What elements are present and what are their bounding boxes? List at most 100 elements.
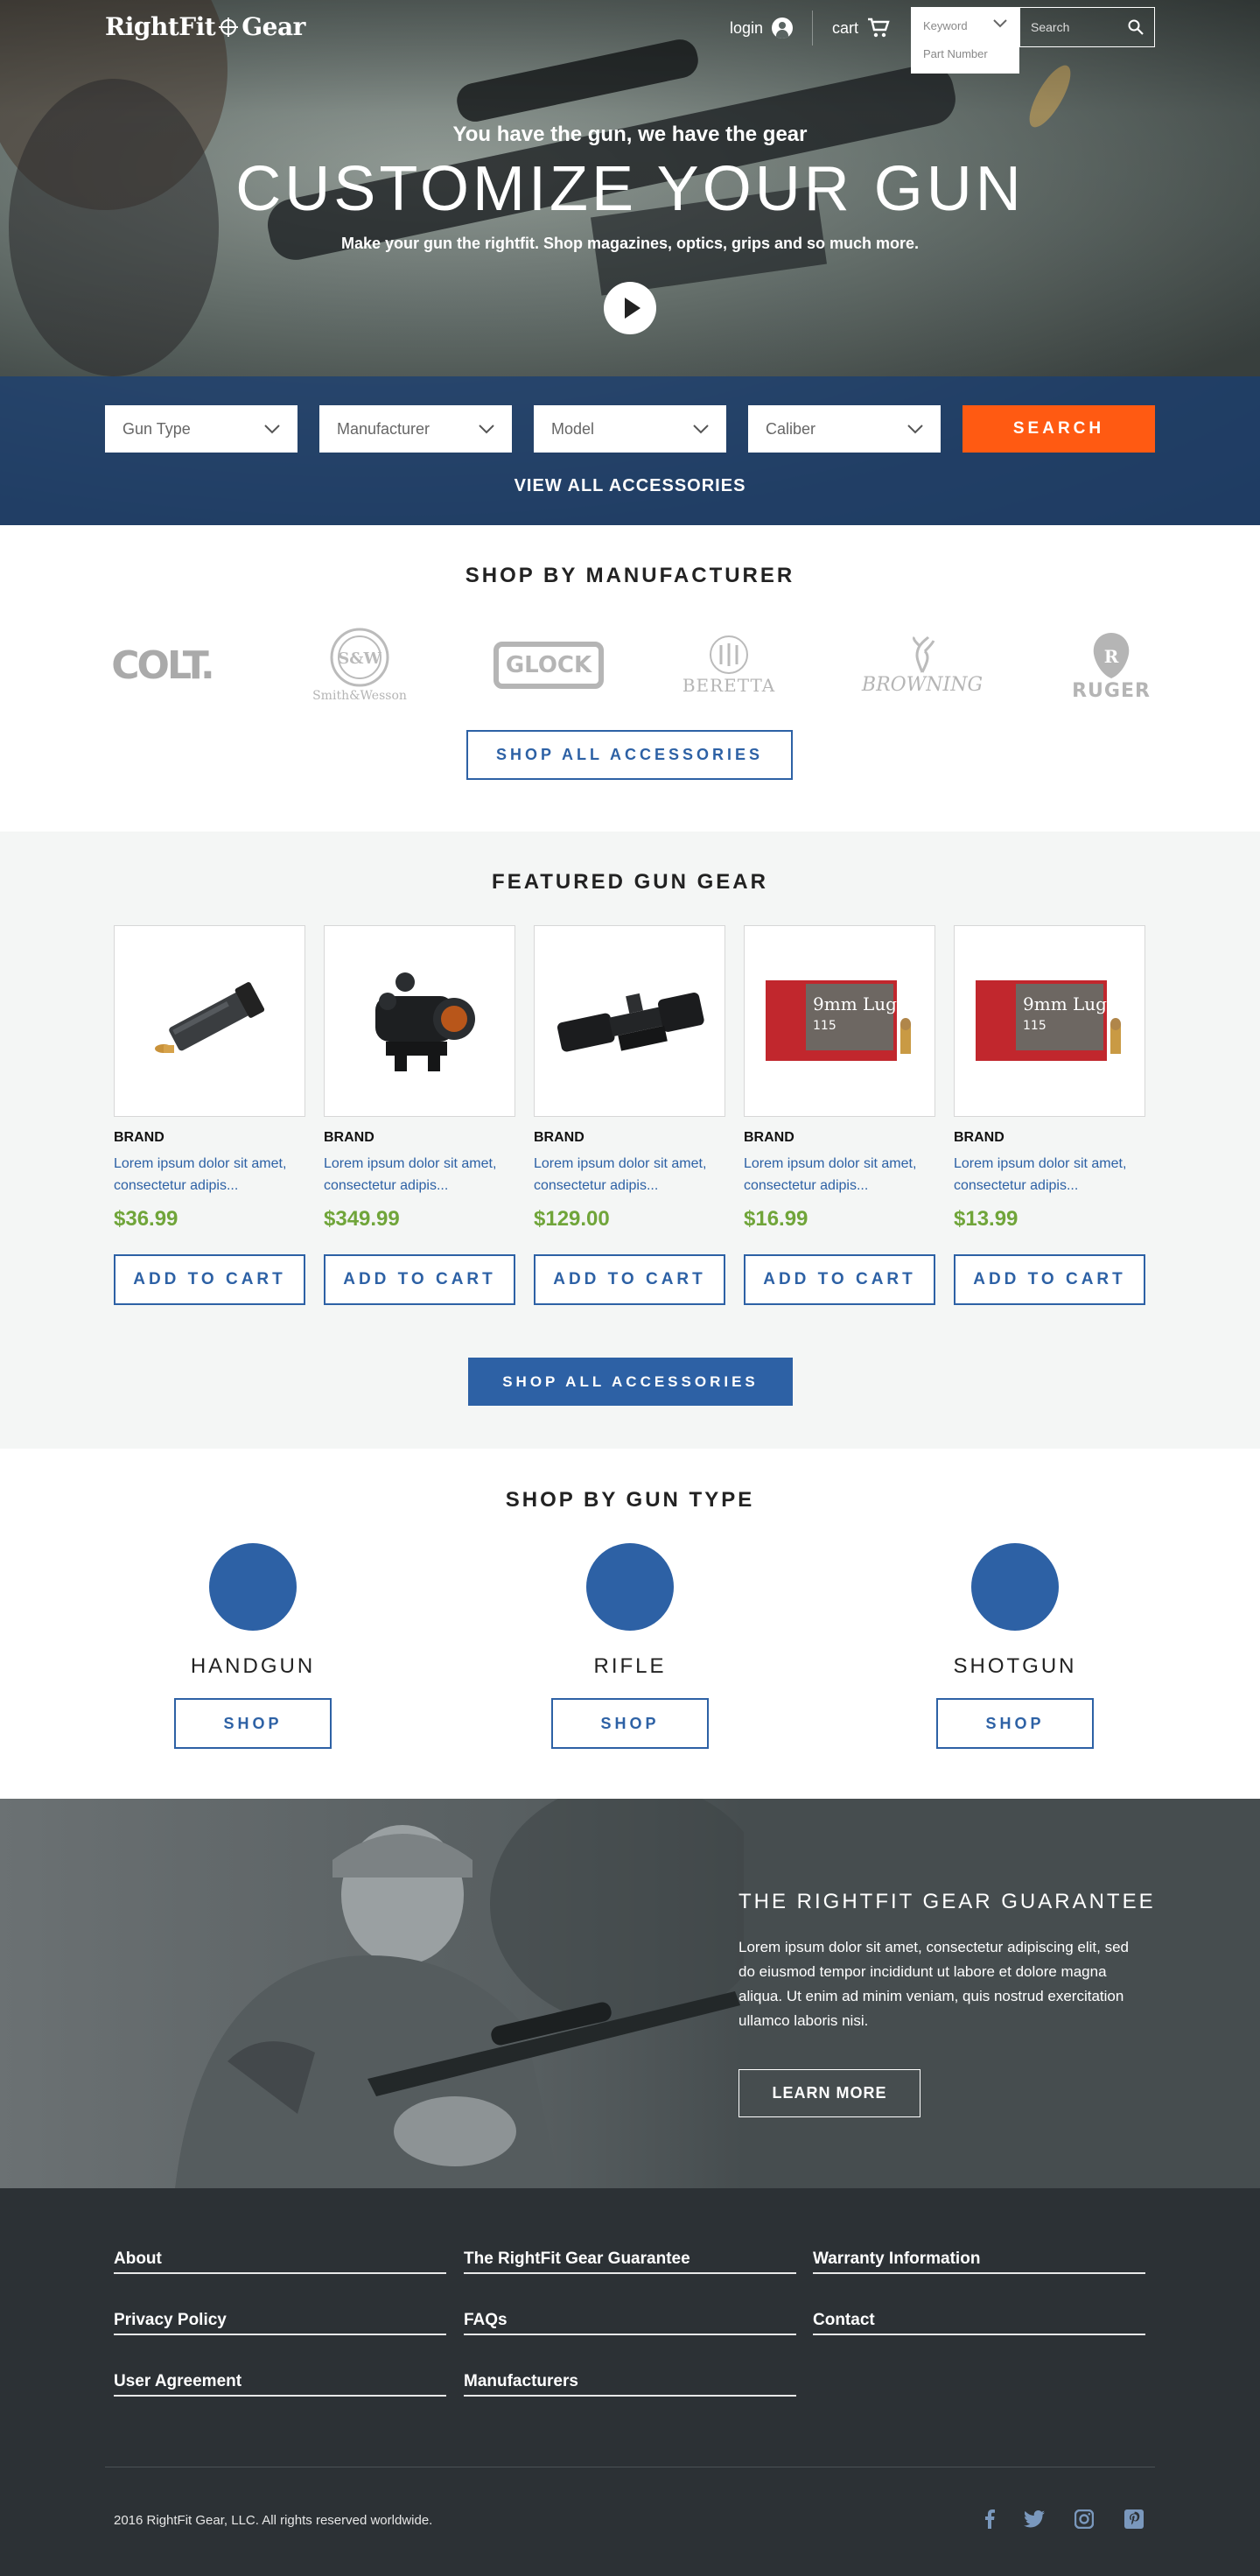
product-image-magazine[interactable] — [114, 925, 305, 1117]
site-footer: About The RightFit Gear Guarantee Warran… — [0, 2188, 1260, 2576]
play-video-button[interactable] — [604, 282, 656, 334]
product-image-ammo-box[interactable]: 9mm Luger 115 — [744, 925, 935, 1117]
chevron-down-icon — [907, 424, 923, 433]
product-description[interactable]: Lorem ipsum dolor sit amet, consectetur … — [954, 1153, 1145, 1197]
shop-by-gun-type: SHOP BY GUN TYPE HANDGUN SHOP RIFLE SHOP… — [0, 1449, 1260, 1799]
product-card: BRAND Lorem ipsum dolor sit amet, consec… — [324, 925, 515, 1305]
filter-row: Gun Type Manufacturer Model Caliber SEAR… — [105, 405, 1155, 453]
footer-link-user-agreement[interactable]: User Agreement — [114, 2370, 446, 2397]
login-label: login — [730, 18, 764, 37]
chevron-down-icon — [993, 19, 1007, 28]
section-title: SHOP BY GUN TYPE — [505, 1488, 755, 1512]
add-to-cart-button[interactable]: ADD TO CART — [114, 1254, 305, 1305]
cart-link[interactable]: cart — [813, 9, 909, 47]
cart-label: cart — [832, 18, 859, 37]
smith-wesson-logo[interactable]: S&W Smith&Wesson — [303, 621, 416, 709]
hero-subtitle: You have the gun, we have the gear — [452, 123, 808, 146]
view-all-accessories-link[interactable]: VIEW ALL ACCESSORIES — [0, 476, 1260, 496]
manufacturer-select[interactable]: Manufacturer — [319, 405, 512, 453]
add-to-cart-button[interactable]: ADD TO CART — [954, 1254, 1145, 1305]
site-logo[interactable]: RightFit Gear — [105, 12, 305, 41]
product-description[interactable]: Lorem ipsum dolor sit amet, consectetur … — [744, 1153, 935, 1197]
shop-all-accessories-button[interactable]: SHOP ALL ACCESSORIES — [468, 1358, 793, 1406]
section-title: FEATURED GUN GEAR — [492, 870, 768, 894]
svg-text:R: R — [1104, 646, 1119, 667]
search-type-select[interactable]: Keyword — [911, 7, 1019, 47]
model-select[interactable]: Model — [534, 405, 726, 453]
twitter-icon[interactable] — [1022, 2507, 1046, 2531]
footer-link-guarantee[interactable]: The RightFit Gear Guarantee — [464, 2248, 796, 2274]
footer-link-contact[interactable]: Contact — [813, 2309, 1145, 2335]
footer-link-about[interactable]: About — [114, 2248, 446, 2274]
logo-text-rightfit: RightFit — [105, 12, 216, 41]
caliber-select[interactable]: Caliber — [748, 405, 941, 453]
add-to-cart-button[interactable]: ADD TO CART — [534, 1254, 725, 1305]
product-brand: BRAND — [954, 1130, 1004, 1145]
product-card: BRAND Lorem ipsum dolor sit amet, consec… — [114, 925, 305, 1305]
shop-by-manufacturer: SHOP BY MANUFACTURER COLT. S&W Smith&Wes… — [0, 525, 1260, 832]
search-icon[interactable] — [1128, 19, 1144, 35]
product-card: 9mm Luger 115 BRAND Lorem ipsum dolor si… — [744, 925, 935, 1305]
search-input[interactable]: Search — [1019, 7, 1155, 47]
crosshair-icon — [219, 17, 239, 37]
logo-text-gear: Gear — [242, 12, 305, 41]
search-button[interactable]: SEARCH — [962, 405, 1155, 453]
product-image-red-dot-sight[interactable] — [324, 925, 515, 1117]
facebook-icon[interactable] — [977, 2507, 1002, 2531]
pinterest-icon[interactable] — [1122, 2507, 1146, 2531]
product-brand: BRAND — [744, 1130, 794, 1145]
top-nav: login cart — [710, 9, 909, 47]
product-image-rifle-scope[interactable] — [534, 925, 725, 1117]
footer-link-faqs[interactable]: FAQs — [464, 2309, 796, 2335]
instagram-icon[interactable] — [1072, 2507, 1096, 2531]
product-description[interactable]: Lorem ipsum dolor sit amet, consectetur … — [534, 1153, 725, 1197]
product-price: $13.99 — [954, 1207, 1018, 1231]
ruger-eagle-emblem: R — [1093, 632, 1130, 678]
add-to-cart-button[interactable]: ADD TO CART — [324, 1254, 515, 1305]
search-placeholder: Search — [1031, 20, 1070, 34]
browning-buckmark-icon — [913, 635, 935, 673]
shop-handgun-button[interactable]: SHOP — [174, 1698, 332, 1749]
shop-rifle-button[interactable]: SHOP — [551, 1698, 709, 1749]
ammo-box-caliber-label: 9mm Luger — [813, 993, 916, 1014]
shotgun-icon[interactable] — [971, 1543, 1059, 1631]
ammo-box-caliber-label: 9mm Luger — [1023, 993, 1126, 1014]
gun-type-label: RIFLE — [593, 1654, 667, 1678]
shop-all-accessories-button[interactable]: SHOP ALL ACCESSORIES — [466, 730, 793, 780]
product-image-ammo-box[interactable]: 9mm Luger 115 — [954, 925, 1145, 1117]
gun-type-select[interactable]: Gun Type — [105, 405, 298, 453]
ammo-box-count-label: 115 — [813, 1019, 836, 1033]
rifle-icon[interactable] — [586, 1543, 674, 1631]
ruger-logo[interactable]: R RUGER — [1068, 621, 1155, 709]
glock-logo[interactable]: GLOCK — [493, 621, 605, 709]
beretta-logo[interactable]: BERETTA — [681, 621, 777, 709]
shop-shotgun-button[interactable]: SHOP — [936, 1698, 1094, 1749]
search-type-selected: Keyword — [923, 19, 968, 32]
product-card: BRAND Lorem ipsum dolor sit amet, consec… — [534, 925, 725, 1305]
header-search: Keyword Search — [911, 7, 1155, 47]
ammo-box-count-label: 115 — [1023, 1019, 1046, 1033]
hero-description: Make your gun the rightfit. Shop magazin… — [340, 235, 920, 252]
product-brand: BRAND — [534, 1130, 584, 1145]
colt-logo[interactable]: COLT. — [105, 621, 219, 709]
beretta-emblem — [710, 635, 748, 674]
guarantee-body: Lorem ipsum dolor sit amet, consectetur … — [738, 1939, 1129, 2029]
hero-title: CUSTOMIZE YOUR GUN — [235, 154, 1025, 224]
product-description[interactable]: Lorem ipsum dolor sit amet, consectetur … — [324, 1153, 515, 1197]
browning-logo[interactable]: BROWNING — [861, 621, 984, 709]
search-type-option-part-number[interactable]: Part Number — [911, 47, 1019, 74]
footer-link-privacy-policy[interactable]: Privacy Policy — [114, 2309, 446, 2335]
add-to-cart-button[interactable]: ADD TO CART — [744, 1254, 935, 1305]
login-link[interactable]: login — [710, 9, 812, 47]
learn-more-button[interactable]: LEARN MORE — [738, 2069, 920, 2117]
footer-link-warranty[interactable]: Warranty Information — [813, 2248, 1145, 2274]
footer-link-manufacturers[interactable]: Manufacturers — [464, 2370, 796, 2397]
featured-gun-gear: FEATURED GUN GEAR BRAND Lorem ipsum dolo… — [0, 832, 1260, 1449]
chevron-down-icon — [693, 424, 709, 433]
product-description[interactable]: Lorem ipsum dolor sit amet, consectetur … — [114, 1153, 305, 1197]
gear-finder-bar: Gun Type Manufacturer Model Caliber SEAR… — [0, 376, 1260, 525]
copyright-text: 2016 RightFit Gear, LLC. All rights rese… — [114, 2513, 433, 2528]
handgun-icon[interactable] — [209, 1543, 297, 1631]
product-price: $349.99 — [324, 1207, 400, 1231]
guarantee-title: THE RIGHTFIT GEAR GUARANTEE — [738, 1890, 1156, 1913]
